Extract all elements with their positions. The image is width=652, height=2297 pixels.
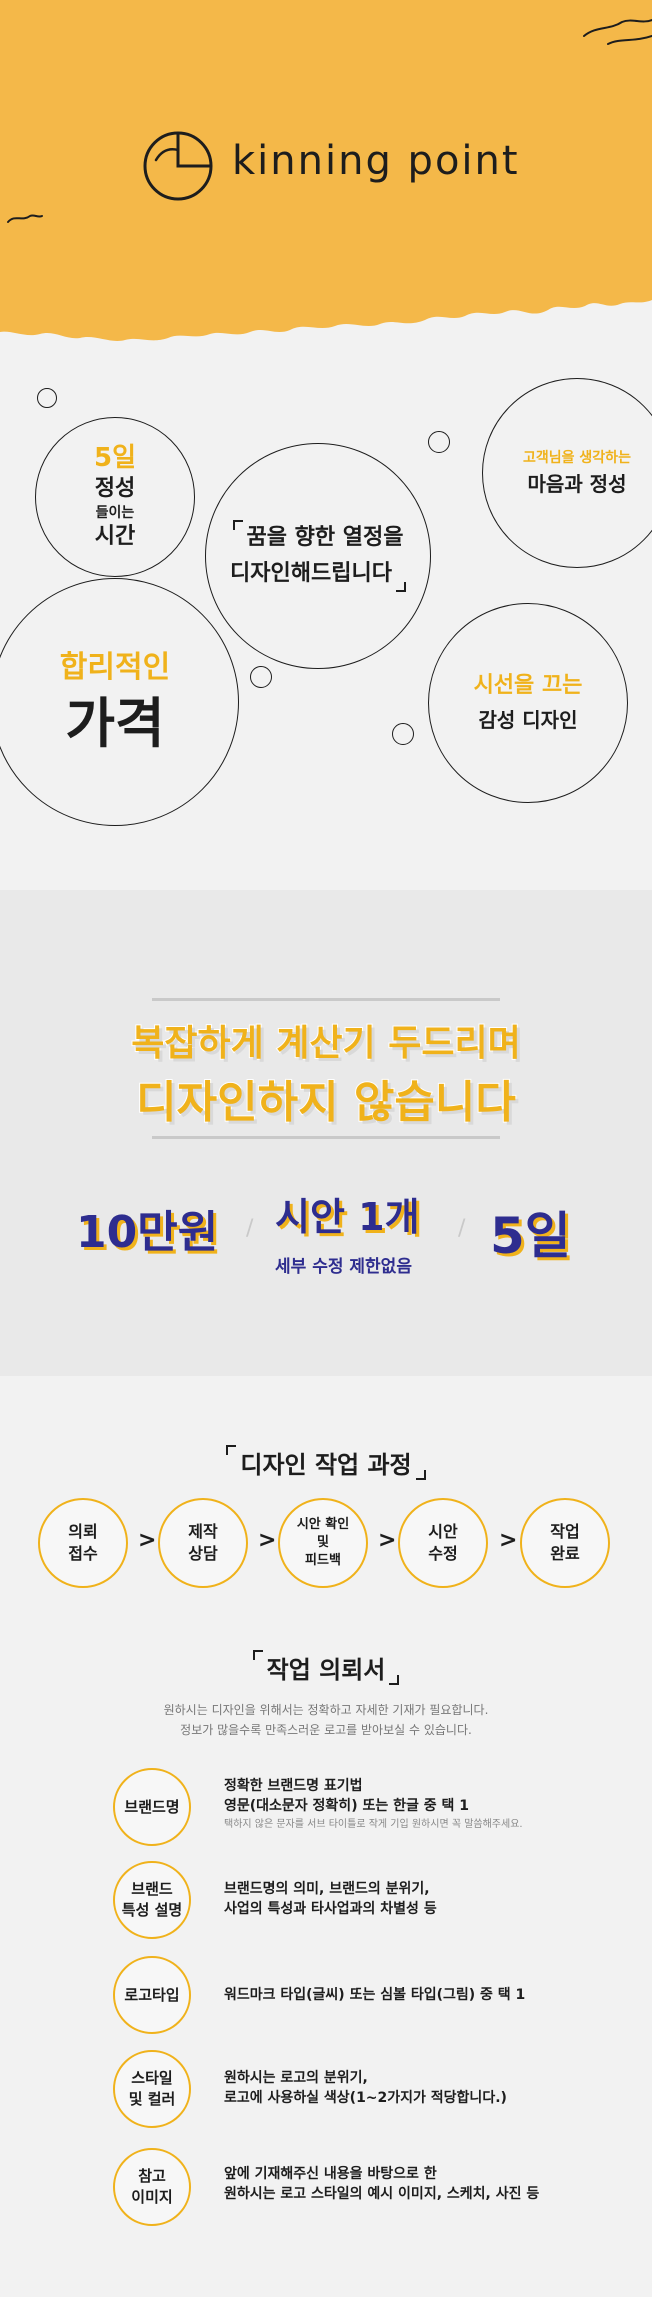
request-title: 작업 의뢰서 [0,1650,652,1685]
process-step: 시안 수정 [398,1498,488,1588]
delivery-days: 5일 [490,1207,571,1265]
arrow-icon: > [138,1528,157,1553]
feature-time: 5일 정성 들이는 시간 [35,417,195,577]
step-line: 및 [317,1535,329,1550]
text-line: 워드마크 타입(글씨) 또는 심볼 타입(그림) 중 택 1 [224,1987,526,2003]
process-step: 의뢰 접수 [38,1498,128,1588]
text-line: 원하시는 로고 스타일의 예시 이미지, 스케치, 사진 등 [224,2186,540,2202]
feature-price-line1: 가격 [65,692,165,755]
request-item-text: 브랜드명의 의미, 브랜드의 분위기, 사업의 특성과 타사업과의 차별성 등 [224,1879,437,1919]
drafts-sub: 세부 수정 제한없음 [275,1257,412,1277]
text-note: 택하지 않은 문자를 서브 타이틀로 작게 기입 원하시면 꼭 말씀해주세요. [224,1819,523,1830]
logo-wordmark: kinning point [232,138,520,184]
request-desc2: 정보가 많을수록 만족스러운 로고를 받아보실 수 있습니다. [180,1723,472,1737]
step-line: 접수 [68,1544,98,1563]
decor-dot [250,666,272,688]
corner-mark [389,1675,400,1685]
text-line: 앞에 기재해주신 내용을 바탕으로 한 [224,2166,437,2182]
process-step: 제작 상담 [158,1498,248,1588]
request-item-label: 참고 이미지 [113,2148,191,2226]
label-line: 스타일 [131,2069,173,2087]
divider [152,1136,500,1139]
label-line: 브랜드 [131,1880,173,1898]
feature-time-highlight: 5일 [93,443,136,473]
decor-dot [428,431,450,453]
text-line: 정확한 브랜드명 표기법 [224,1778,363,1794]
banner-line1: 복잡하게 계산기 두드리며 [130,1022,521,1065]
request-item-text: 앞에 기재해주신 내용을 바탕으로 한 원하시는 로고 스타일의 예시 이미지,… [224,2164,539,2204]
feature-time-line3: 시간 [94,524,136,549]
request-item-text: 워드마크 타입(글씨) 또는 심볼 타입(그림) 중 택 1 [224,1985,525,2005]
features-section: 5일 정성 들이는 시간 꿈을 향한 열정을 디자인해드립니다 고객님을 생각하… [0,360,652,890]
step-line: 의뢰 [68,1522,98,1541]
feature-passion-text2: 디자인해드립니다 [230,561,392,586]
process-step: 시안 확인 및 피드백 [278,1498,368,1588]
corner-mark [252,1650,263,1660]
feature-passion: 꿈을 향한 열정을 디자인해드립니다 [205,443,431,669]
feature-heart-line1: 마음과 정성 [527,472,627,496]
arrow-icon: > [258,1528,277,1553]
corner-mark [232,520,243,530]
step-line: 상담 [188,1544,218,1563]
text-line: 사업의 특성과 타사업과의 차별성 등 [224,1901,437,1917]
feature-heart: 고객님을 생각하는 마음과 정성 [482,378,652,568]
feature-price: 합리적인 가격 [0,578,239,826]
step-line: 작업 [550,1522,580,1541]
request-item-label: 브랜드명 [113,1768,191,1846]
label-line: 및 컬러 [128,2090,176,2108]
request-desc1: 원하시는 디자인을 위해서는 정확하고 자세한 기재가 필요합니다. [163,1703,489,1717]
feature-design-highlight: 시선을 끄는 [473,673,583,698]
banner-line2: 디자인하지 않습니다 [135,1076,517,1129]
request-item-label: 로고타입 [113,1956,191,2034]
process-title: 디자인 작업 과정 [0,1445,652,1480]
corner-mark [415,1470,426,1480]
text-line: 브랜드명의 의미, 브랜드의 분위기, [224,1881,430,1897]
process-step: 작업 완료 [520,1498,610,1588]
label-line: 참고 [138,2167,166,2185]
separator-slash: / [458,1216,466,1241]
divider [152,998,500,1001]
feature-price-highlight: 합리적인 [59,650,171,685]
request-item-text: 원하시는 로고의 분위기, 로고에 사용하실 색상(1~2가지가 적당합니다.) [224,2068,507,2108]
text-line: 영문(대소문자 정확히) 또는 한글 중 택 1 [224,1798,469,1814]
header: kinning point [0,0,652,360]
process-title-text: 디자인 작업 과정 [240,1451,412,1479]
request-item-text: 정확한 브랜드명 표기법 영문(대소문자 정확히) 또는 한글 중 택 1 택하… [224,1776,523,1834]
decor-dot [392,723,414,745]
feature-design: 시선을 끄는 감성 디자인 [428,603,628,803]
text-line: 로고에 사용하실 색상(1~2가지가 적당합니다.) [224,2090,507,2106]
drafts-count: 시안 1개 [275,1195,420,1239]
arrow-icon: > [499,1528,518,1553]
request-item-label: 브랜드 특성 설명 [113,1861,191,1939]
request-item-label: 스타일 및 컬러 [113,2050,191,2128]
request-title-text: 작업 의뢰서 [266,1656,386,1684]
step-line: 제작 [188,1522,218,1541]
feature-heart-highlight: 고객님을 생각하는 [523,450,631,466]
corner-mark [226,1445,237,1455]
label-line: 특성 설명 [121,1901,183,1919]
step-line: 수정 [428,1544,458,1563]
separator-slash: / [246,1216,254,1241]
step-line: 피드백 [305,1553,341,1568]
feature-time-line2: 들이는 [95,505,135,521]
corner-mark [395,582,406,592]
label-line: 이미지 [131,2188,173,2206]
decor-dot [37,388,57,408]
arrow-icon: > [378,1528,397,1553]
step-line: 시안 확인 [296,1517,350,1532]
feature-passion-line2: 디자인해드립니다 [230,556,406,592]
feature-design-line1: 감성 디자인 [478,708,578,732]
page: kinning point 5일 정성 들이는 시간 꿈을 향한 열정을 디자인… [0,0,652,2297]
feature-passion-line1: 꿈을 향한 열정을 [232,520,404,556]
feature-time-line1: 정성 [94,476,136,501]
label-line: 로고타입 [124,1985,180,2004]
label-line: 브랜드명 [124,1797,180,1816]
text-line: 원하시는 로고의 분위기, [224,2070,368,2086]
feature-passion-text1: 꿈을 향한 열정을 [246,525,404,550]
price-amount: 10만원 [76,1207,219,1258]
step-line: 시안 [428,1522,458,1541]
price-banner: 복잡하게 계산기 두드리며 디자인하지 않습니다 10만원 / 시안 1개 세부… [0,890,652,1376]
step-line: 완료 [550,1544,580,1563]
